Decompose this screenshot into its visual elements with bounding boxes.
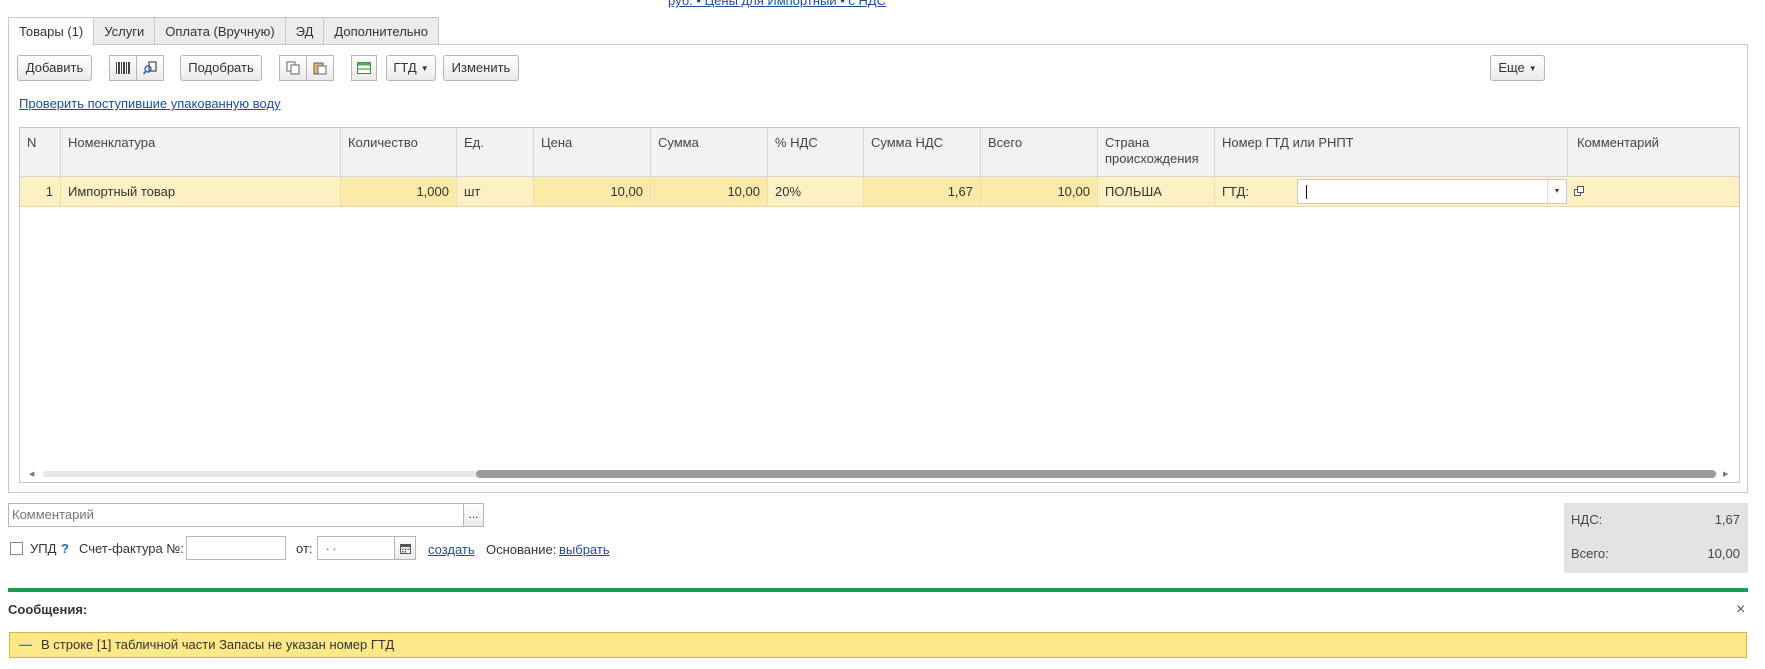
comment-select-button[interactable]: ...: [463, 503, 484, 527]
price-settings-link[interactable]: руб. • Цены для Импортный • с НДС: [668, 0, 886, 8]
barcode-icon[interactable]: [109, 55, 137, 81]
pick-button[interactable]: Подобрать: [180, 55, 262, 81]
column-header-price[interactable]: Цена: [534, 128, 651, 176]
invoice-date-input[interactable]: . .: [317, 536, 395, 560]
scroll-left-icon[interactable]: ◀: [29, 470, 34, 478]
grand-total-label: Всего:: [1571, 546, 1609, 561]
tab-ed[interactable]: ЭД: [284, 17, 325, 44]
vat-total-row: НДС: 1,67: [1564, 503, 1748, 537]
country-header-line1: Страна: [1105, 135, 1150, 150]
scroll-thumb[interactable]: [476, 470, 1716, 478]
tab-payment[interactable]: Оплата (Вручную): [154, 17, 286, 44]
paste-icon[interactable]: [306, 55, 334, 81]
text-cursor: [1306, 185, 1307, 199]
comment-input[interactable]: [9, 504, 455, 524]
create-invoice-link[interactable]: создать: [428, 542, 475, 557]
column-header-gtd[interactable]: Номер ГТД или РНПТ: [1215, 128, 1568, 176]
cell-price[interactable]: 10,00: [534, 177, 651, 206]
invoice-number-label: Счет-фактура №:: [79, 541, 184, 556]
column-header-unit[interactable]: Ед.: [457, 128, 534, 176]
add-button[interactable]: Добавить: [17, 55, 92, 81]
check-packed-water-link[interactable]: Проверить поступившие упакованную воду: [19, 96, 281, 111]
cell-quantity[interactable]: 1,000: [341, 177, 457, 206]
chevron-down-icon: ▼: [420, 63, 429, 73]
upd-checkbox[interactable]: [10, 542, 23, 555]
gtd-button-label: ГТД: [393, 60, 417, 75]
cell-nomenclature[interactable]: Импортный товар: [61, 177, 341, 206]
message-text: В строке [1] табличной части Запасы не у…: [41, 637, 395, 652]
column-header-country[interactable]: Страна происхождения: [1098, 128, 1215, 176]
chevron-down-icon[interactable]: ▼: [1547, 180, 1566, 203]
help-icon[interactable]: ?: [61, 541, 69, 556]
table-header: N Номенклатура Количество Ед. Цена Сумма…: [20, 128, 1739, 177]
tab-goods[interactable]: Товары (1): [8, 17, 95, 46]
cell-sum[interactable]: 10,00: [651, 177, 768, 206]
table-row[interactable]: 1 Импортный товар 1,000 шт 10,00 10,00 2…: [20, 177, 1739, 207]
goods-table: N Номенклатура Количество Ед. Цена Сумма…: [19, 127, 1740, 483]
horizontal-scrollbar[interactable]: ◀ ▶: [29, 469, 1730, 479]
grand-total-row: Всего: 10,00: [1564, 537, 1748, 571]
cell-gtd-prefix: ГТД:: [1222, 184, 1249, 199]
vat-total-value: 1,67: [1714, 512, 1740, 527]
more-button-label: Еще: [1498, 60, 1525, 75]
totals-panel: НДС: 1,67 Всего: 10,00: [1564, 503, 1748, 573]
column-header-total[interactable]: Всего: [981, 128, 1098, 176]
column-header-comment[interactable]: Комментарий: [1568, 128, 1739, 176]
gtd-number-input[interactable]: ▼: [1297, 179, 1567, 204]
cell-comment[interactable]: [1588, 177, 1739, 206]
column-header-vat-percent[interactable]: % НДС: [768, 128, 864, 176]
search-device-icon[interactable]: [136, 55, 164, 81]
upd-label: УПД: [30, 541, 57, 556]
tab-additional[interactable]: Дополнительно: [323, 17, 439, 44]
cell-vat-percent[interactable]: 20%: [768, 177, 864, 206]
messages-divider: [8, 588, 1748, 592]
column-header-nomenclature[interactable]: Номенклатура: [61, 128, 341, 176]
calendar-icon[interactable]: [394, 536, 416, 560]
comment-field[interactable]: [8, 503, 464, 527]
select-basis-link[interactable]: выбрать: [559, 542, 610, 557]
chevron-down-icon: ▼: [1528, 63, 1537, 73]
cell-vat-sum[interactable]: 1,67: [864, 177, 981, 206]
cell-n[interactable]: 1: [20, 177, 61, 206]
cell-country[interactable]: ПОЛЬША: [1098, 177, 1215, 206]
message-item[interactable]: — В строке [1] табличной части Запасы не…: [9, 632, 1747, 658]
messages-title: Сообщения:: [8, 602, 88, 617]
column-header-n[interactable]: N: [20, 128, 61, 176]
gtd-dropdown-button[interactable]: ГТД ▼: [386, 55, 436, 81]
table-settings-icon[interactable]: [351, 55, 377, 81]
vat-total-label: НДС:: [1571, 512, 1603, 527]
scroll-right-icon[interactable]: ▶: [1723, 470, 1728, 478]
collapse-icon[interactable]: —: [19, 633, 32, 657]
more-button[interactable]: Еще ▼: [1490, 55, 1545, 81]
column-header-sum[interactable]: Сумма: [651, 128, 768, 176]
basis-label: Основание:: [486, 542, 557, 557]
tab-bar: Товары (1) Услуги Оплата (Вручную) ЭД До…: [8, 17, 439, 46]
tab-services[interactable]: Услуги: [93, 17, 156, 44]
column-header-vat-sum[interactable]: Сумма НДС: [864, 128, 981, 176]
cell-total[interactable]: 10,00: [981, 177, 1098, 206]
column-header-quantity[interactable]: Количество: [341, 128, 457, 176]
cell-unit[interactable]: шт: [457, 177, 534, 206]
grand-total-value: 10,00: [1707, 546, 1740, 561]
invoice-date-label: от:: [296, 541, 313, 556]
country-header-line2: происхождения: [1105, 151, 1199, 166]
close-icon[interactable]: ×: [1736, 601, 1745, 619]
copy-icon[interactable]: [279, 55, 307, 81]
change-button[interactable]: Изменить: [443, 55, 519, 81]
invoice-number-input[interactable]: [186, 536, 286, 560]
open-form-icon[interactable]: [1570, 182, 1588, 200]
